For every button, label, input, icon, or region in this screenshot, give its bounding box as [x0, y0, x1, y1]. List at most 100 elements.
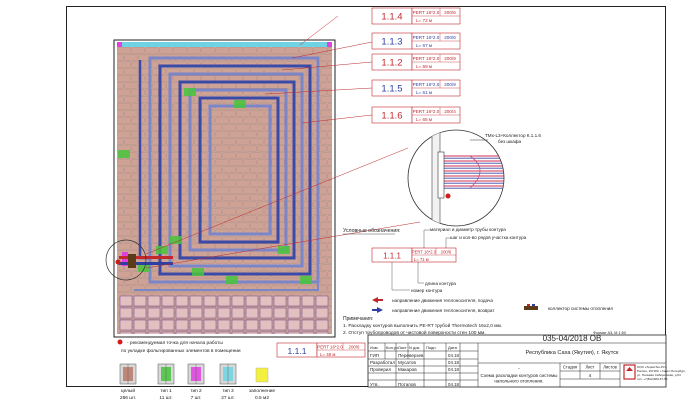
foil-element: [250, 194, 264, 201]
foil-element: [285, 47, 299, 54]
foil-element: [320, 124, 332, 131]
bottom-loop-pipe: PERT 16*2.0: [317, 345, 343, 350]
foil-element: [131, 61, 145, 68]
foil-element: [145, 271, 159, 278]
foil-element: [201, 117, 215, 124]
bottom-foil-element: [203, 307, 217, 319]
foil-element: [145, 201, 159, 208]
bottom-foil-element: [217, 295, 231, 307]
bottom-foil-element: [119, 295, 133, 307]
foil-element: [166, 250, 180, 257]
bottom-foil-element: [217, 319, 231, 331]
foil-element: [222, 138, 236, 145]
type1-element: [234, 100, 246, 108]
foil-element: [131, 201, 145, 208]
loop-label-1-1-4: 1.1.4 PERT 16*2.0 200/6 L= 72 м: [371, 7, 461, 25]
manifold-marker: [128, 254, 136, 268]
loop-pipe: PERT 16*2.0: [413, 82, 440, 87]
col-izm: Изм.: [370, 345, 379, 350]
foil-element: [299, 47, 313, 54]
floor-plan: [105, 39, 336, 338]
foil-element: [320, 222, 332, 229]
legend-supply-dir: направление движения теплоносителя, пода…: [392, 298, 493, 303]
foil-element: [166, 194, 180, 201]
foil-element: [166, 96, 180, 103]
foil-element: [145, 131, 159, 138]
foil-element: [117, 159, 131, 166]
foil-element: [117, 82, 124, 89]
foil-element: [124, 68, 138, 75]
foil-element: [117, 201, 131, 208]
foil-element: [320, 278, 332, 285]
foil-element: [215, 201, 229, 208]
loop-pipe: PERT 16*2.0: [413, 35, 440, 40]
foil-element: [124, 194, 138, 201]
foil-element: [222, 180, 236, 187]
loop-id: 1.1.4: [381, 12, 402, 23]
foil-element: [250, 166, 264, 173]
foil-element: [145, 173, 159, 180]
stage-header: Стадия: [563, 365, 577, 370]
foil-element: [180, 110, 194, 117]
foil-element: [320, 82, 332, 89]
foil-element: [117, 89, 131, 96]
foil-element: [131, 103, 145, 110]
bottom-foil-element: [315, 307, 329, 319]
foil-element: [320, 166, 332, 173]
stamp-name: Переверзев: [398, 353, 424, 358]
foil-element: [229, 201, 243, 208]
foil-element: [117, 222, 124, 229]
bottom-foil-element: [133, 319, 147, 331]
foil-element: [166, 82, 180, 89]
loop-label-1-1-3: 1.1.3 PERT 16*2.0 200/6 L= 67 м: [371, 32, 461, 50]
foil-element: [117, 124, 124, 131]
bottom-foil-element: [119, 319, 133, 331]
loop-spacing: 200/6: [444, 10, 456, 15]
foil-element: [320, 194, 332, 201]
foil-element: [236, 194, 250, 201]
legend-manifold: коллектор системы отопления: [548, 306, 613, 311]
element-count: 0.5 м2: [255, 395, 269, 401]
foil-element: [124, 236, 138, 243]
foil-element: [229, 131, 243, 138]
foil-element: [320, 96, 332, 103]
stamp-role: Разработал: [370, 360, 395, 365]
foil-element: [201, 201, 215, 208]
foil-element: [250, 124, 264, 131]
foil-element: [180, 208, 194, 215]
foil-element: [180, 166, 194, 173]
foil-element: [145, 89, 159, 96]
element-label: тип 2: [190, 388, 202, 394]
foil-element: [215, 131, 229, 138]
bottom-foil-element: [217, 307, 231, 319]
detail-start-point: [445, 193, 451, 199]
bottom-foil-element: [315, 295, 329, 307]
foil-element: [320, 138, 332, 145]
foil-element: [250, 138, 264, 145]
foil-element: [215, 173, 229, 180]
foil-element: [117, 47, 131, 54]
foil-element: [243, 215, 257, 222]
foil-element: [250, 208, 264, 215]
foil-element: [257, 47, 271, 54]
notes-line-1: 1. Раскладку контуров выполнить PE-RT тр…: [343, 322, 502, 329]
foil-element: [117, 138, 124, 145]
start-point-icon: [117, 339, 123, 345]
foil-element: [117, 103, 131, 110]
bottom-foil-element: [245, 319, 259, 331]
bottom-foil-element: [259, 295, 273, 307]
foil-element: [131, 159, 145, 166]
foil-element: [271, 47, 285, 54]
foil-element: [236, 124, 250, 131]
manifold-sublabel: без шкафа: [498, 139, 522, 144]
foil-element: [201, 131, 215, 138]
legend-note-material: материал и диаметр трубы контура: [430, 227, 506, 232]
legend: Условные обозначения: 1.1.1 PERT 16*2.0 …: [343, 227, 613, 313]
foil-element: [124, 222, 138, 229]
foil-element: [222, 152, 236, 159]
foil-element: [166, 138, 180, 145]
element-count: 7 шт.: [191, 395, 202, 401]
loop-length: L= 67 м: [416, 43, 432, 48]
sheet-header: Лист: [585, 365, 594, 370]
foil-element: [229, 159, 243, 166]
